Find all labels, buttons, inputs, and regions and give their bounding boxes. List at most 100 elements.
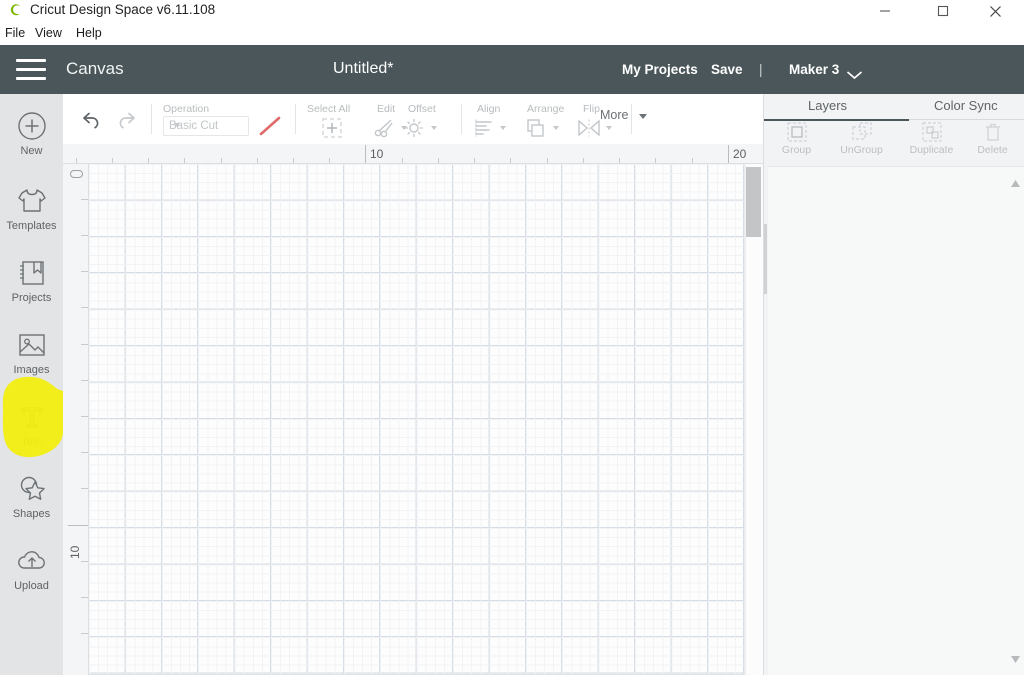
sidebar-item-new[interactable]: New	[0, 109, 63, 171]
canvas-scrollbar-thumb[interactable]	[746, 167, 761, 237]
group-label: Group	[781, 144, 812, 156]
caret-down-icon[interactable]	[639, 114, 647, 119]
menu-item-view[interactable]: View	[35, 26, 62, 40]
sidebar-item-label: Templates	[6, 220, 57, 232]
canvas-vertical-scrollbar[interactable]	[745, 164, 763, 675]
header-separator: |	[759, 62, 763, 77]
offset-button[interactable]	[402, 116, 428, 140]
chevron-down-icon[interactable]	[846, 67, 863, 80]
upload-cloud-icon	[15, 544, 49, 578]
shapes-star-icon	[16, 472, 48, 506]
toolbar-divider-2	[295, 104, 296, 134]
offset-caret-icon[interactable]	[431, 126, 437, 130]
align-caret-icon[interactable]	[500, 126, 506, 130]
machine-selector-label[interactable]: Maker 3	[789, 62, 839, 77]
layer-actions: Group UnGroup Duplicate Delete	[764, 120, 1024, 164]
left-sidebar: New Templates Projects Images Text Shape…	[0, 94, 63, 675]
operation-label: Operation	[163, 103, 210, 115]
toolbar-divider-3	[461, 104, 462, 134]
flip-caret-icon[interactable]	[606, 126, 612, 130]
sidebar-item-text[interactable]: Text	[0, 400, 63, 462]
more-button[interactable]: More	[600, 108, 628, 122]
horizontal-ruler[interactable]: 10 20	[63, 144, 763, 164]
close-button[interactable]	[972, 0, 1018, 22]
sidebar-item-templates[interactable]: Templates	[0, 184, 63, 246]
right-panel-tabs: Layers Color Sync	[764, 94, 1024, 121]
delete-label: Delete	[977, 144, 1008, 156]
scroll-up-arrow-icon[interactable]	[1011, 174, 1020, 187]
ruler-h-label-10: 10	[370, 147, 384, 161]
delete-button[interactable]: Delete	[960, 120, 1024, 164]
flip-label: Flip	[583, 103, 600, 115]
ruler-h-label-20: 20	[733, 147, 747, 161]
menu-item-file[interactable]: File	[5, 26, 25, 40]
menu-bar: File View Help	[0, 22, 1024, 45]
close-icon	[989, 5, 1001, 17]
group-icon	[786, 120, 808, 144]
ungroup-label: UnGroup	[840, 144, 883, 156]
sidebar-item-label: New	[20, 145, 43, 157]
offset-label: Offset	[408, 103, 436, 115]
layers-list	[768, 166, 1024, 675]
menu-item-help[interactable]: Help	[76, 26, 102, 40]
sidebar-item-label: Images	[13, 364, 50, 376]
duplicate-button[interactable]: Duplicate	[899, 120, 964, 164]
flip-icon	[578, 119, 600, 137]
sidebar-item-label: Projects	[11, 292, 52, 304]
bookmark-book-icon	[17, 256, 47, 290]
app-title: Cricut Design Space v6.11.108	[30, 2, 216, 17]
right-panel: Layers Color Sync Group UnGroup Duplicat…	[763, 94, 1024, 675]
tab-layers[interactable]: Layers	[808, 98, 847, 113]
window-title-bar: Cricut Design Space v6.11.108	[0, 0, 1024, 22]
maximize-icon	[937, 5, 949, 17]
minimize-button[interactable]	[862, 0, 908, 22]
trash-icon	[983, 120, 1003, 144]
arrange-caret-icon[interactable]	[553, 126, 559, 130]
arrange-button[interactable]	[523, 116, 549, 140]
sidebar-item-upload[interactable]: Upload	[0, 544, 63, 606]
cricut-logo-icon	[7, 2, 24, 19]
canvas-origin-icon	[70, 170, 83, 178]
canvas-subgrid	[89, 164, 745, 675]
tab-color-sync[interactable]: Color Sync	[934, 98, 998, 113]
align-button[interactable]	[471, 116, 497, 140]
edit-button[interactable]	[371, 116, 399, 140]
operation-select[interactable]: Basic Cut	[163, 116, 249, 136]
ruler-v-label-10: 10	[68, 545, 82, 559]
select-all-group: Select All	[306, 94, 366, 144]
ungroup-button[interactable]: UnGroup	[829, 120, 894, 164]
redo-button[interactable]	[113, 107, 139, 131]
vertical-ruler[interactable]: 10	[63, 164, 89, 675]
select-all-button[interactable]	[319, 116, 345, 140]
scissors-icon	[374, 119, 393, 138]
panel-resize-handle[interactable]	[764, 224, 767, 294]
document-title[interactable]: Untitled*	[333, 60, 393, 78]
scroll-down-arrow-icon[interactable]	[1011, 650, 1020, 663]
sidebar-item-projects[interactable]: Projects	[0, 256, 63, 318]
sidebar-item-shapes[interactable]: Shapes	[0, 472, 63, 534]
flip-button[interactable]	[575, 116, 603, 140]
redo-icon	[119, 112, 135, 129]
sidebar-item-label: Text	[21, 436, 42, 448]
duplicate-label: Duplicate	[909, 144, 954, 156]
duplicate-icon	[921, 120, 943, 144]
sidebar-item-images[interactable]: Images	[0, 328, 63, 390]
undo-button[interactable]	[79, 107, 105, 131]
header-section-label: Canvas	[66, 59, 124, 78]
arrange-label: Arrange	[527, 103, 565, 115]
save-button[interactable]: Save	[711, 62, 743, 77]
minimize-icon	[880, 10, 890, 12]
group-button[interactable]: Group	[764, 120, 829, 164]
design-canvas[interactable]	[89, 164, 745, 675]
maximize-button[interactable]	[920, 0, 966, 22]
edit-toolbar: Operation Basic Cut Select All Edit Offs…	[63, 94, 763, 144]
color-swatch-icon[interactable]	[258, 115, 282, 137]
offset-group: Offset	[400, 94, 460, 144]
app-header: Canvas Untitled* My Projects Save | Make…	[0, 45, 1024, 130]
operation-group: Operation Basic Cut	[163, 94, 293, 144]
my-projects-link[interactable]: My Projects	[622, 62, 698, 77]
undo-icon	[83, 112, 99, 129]
ungroup-icon	[851, 120, 873, 144]
select-all-label: Select All	[307, 103, 351, 115]
hamburger-menu-icon[interactable]	[16, 59, 46, 80]
